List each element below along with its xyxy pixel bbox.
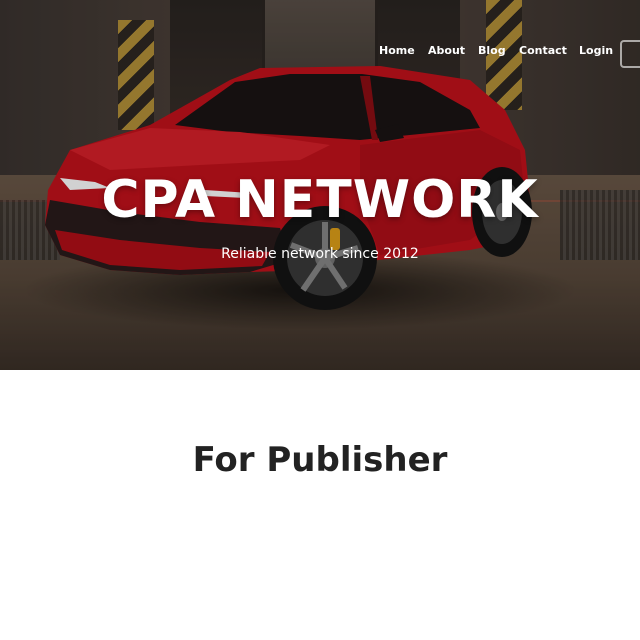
nav-link-about[interactable]: About [428, 44, 465, 57]
nav-link-blog[interactable]: Blog [478, 44, 506, 57]
nav-link-contact[interactable]: Contact [519, 44, 567, 57]
hero-subtitle: Reliable network since 2012 [221, 246, 419, 262]
section-title-publisher: For Publisher [192, 440, 448, 480]
hero-banner: Home About Blog Contact Login CPA NETWOR… [0, 0, 640, 370]
nav-link-login[interactable]: Login [579, 44, 613, 57]
hero-title: CPA NETWORK [101, 170, 539, 230]
menu-toggle-edge[interactable] [620, 40, 640, 68]
top-nav: Home About Blog Contact Login [0, 44, 640, 60]
nav-link-home[interactable]: Home [379, 44, 415, 57]
